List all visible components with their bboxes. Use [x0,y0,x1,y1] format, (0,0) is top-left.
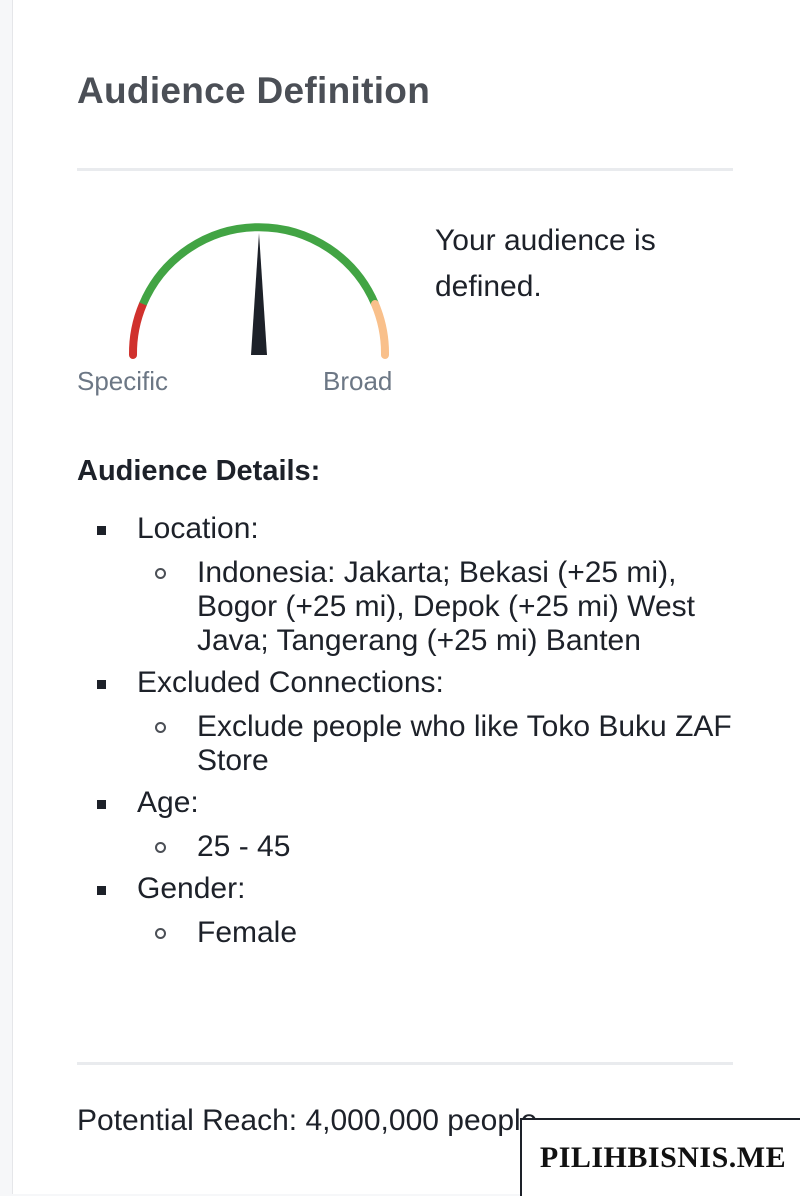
detail-age-label: Age: [137,786,199,819]
detail-location-label: Location: [137,512,259,545]
detail-excluded-value: Exclude people who like Toko Buku ZAF St… [137,710,737,778]
gauge-broad-segment [371,300,390,359]
detail-age: Age: 25 - 45 [77,784,737,864]
bottom-divider [77,1062,733,1065]
potential-reach-text: Potential Reach: 4,000,000 people [77,1104,538,1137]
top-divider [77,168,733,171]
detail-excluded-label: Excluded Connections: [137,666,444,699]
detail-excluded-connections: Excluded Connections: Exclude people who… [77,664,737,778]
audience-details-list: Location: Indonesia: Jakarta; Bekasi (+2… [77,510,737,956]
detail-location: Location: Indonesia: Jakarta; Bekasi (+2… [77,510,737,658]
detail-location-value: Indonesia: Jakarta; Bekasi (+25 mi), Bog… [137,556,737,658]
gauge-specific-segment [128,300,147,359]
detail-gender-label: Gender: [137,872,246,905]
gauge-specific-label: Specific [77,366,169,396]
detail-gender: Gender: Female [77,870,737,950]
detail-gender-value: Female [137,916,737,950]
gauge-needle [251,233,267,355]
gauge-broad-label: Broad [323,366,393,396]
audience-details-heading: Audience Details: [77,455,321,487]
detail-age-value: 25 - 45 [137,830,737,864]
audience-status-text: Your audience is defined. [435,224,656,303]
panel-title: Audience Definition [77,70,431,111]
watermark-badge: PILIHBISNIS.ME [520,1118,800,1196]
audience-gauge [128,223,390,359]
audience-definition-panel: Audience Definition Specific Broad Your … [12,0,800,1194]
